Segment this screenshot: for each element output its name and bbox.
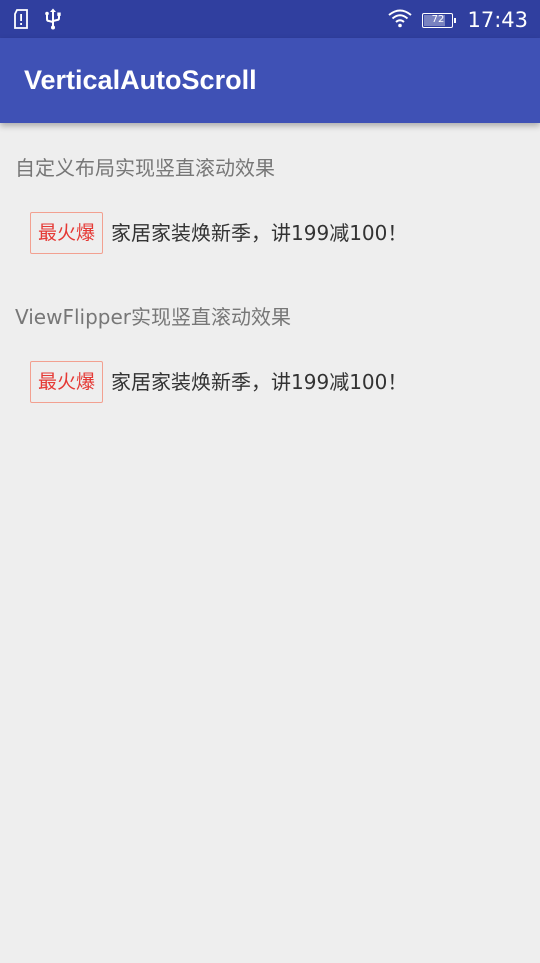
app-bar: VerticalAutoScroll: [0, 38, 540, 123]
status-left-icons: [13, 8, 63, 34]
hot-tag-badge: 最火爆: [30, 361, 104, 403]
sd-card-alert-icon: [13, 9, 29, 33]
section-label-viewflipper: ViewFlipper实现竖直滚动效果: [15, 305, 291, 329]
usb-icon: [43, 8, 63, 34]
section-label-custom-layout: 自定义布局实现竖直滚动效果: [15, 156, 275, 180]
status-right-icons: 72 17:43: [388, 6, 528, 34]
hot-tag-badge: 最火爆: [30, 212, 104, 254]
wifi-icon: [388, 8, 413, 32]
app-title: VerticalAutoScroll: [24, 65, 257, 95]
scroll-item-text[interactable]: 家居家装焕新季，讲199减100！: [111, 361, 407, 403]
vertical-scroll-row-custom-layout[interactable]: 最火爆 家居家装焕新季，讲199减100！: [30, 212, 407, 254]
battery-level-text: 72: [431, 14, 445, 25]
battery-icon: 72: [422, 12, 457, 28]
status-time: 17:43: [467, 8, 528, 32]
status-bar: 72 17:43: [0, 0, 540, 38]
vertical-scroll-row-viewflipper[interactable]: 最火爆 家居家装焕新季，讲199减100！: [30, 361, 407, 403]
scroll-item-text[interactable]: 家居家装焕新季，讲199减100！: [111, 212, 407, 254]
